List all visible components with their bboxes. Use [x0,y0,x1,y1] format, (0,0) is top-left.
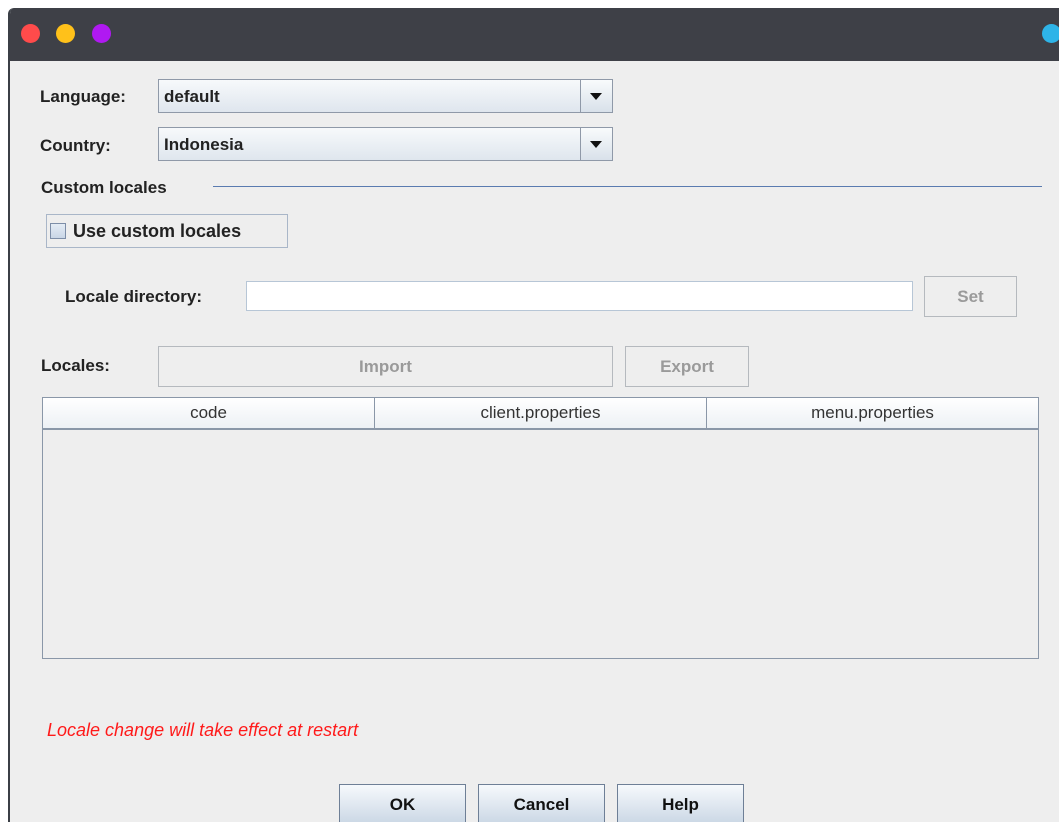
cancel-button[interactable]: Cancel [478,784,605,822]
help-button[interactable]: Help [617,784,744,822]
locale-settings-dialog: Language: default Country: Indonesia Cus… [8,8,1059,822]
language-select-value: default [164,87,220,106]
maximize-window-dot[interactable] [92,24,111,43]
chevron-down-icon[interactable] [580,80,612,112]
locale-directory-label: Locale directory: [65,287,202,306]
use-custom-locales-label: Use custom locales [73,221,242,241]
locales-label: Locales: [41,356,110,375]
import-button[interactable]: Import [158,346,613,387]
set-button[interactable]: Set [924,276,1017,317]
title-bar [10,8,1059,61]
column-header-menu-properties[interactable]: menu.properties [707,398,1038,430]
table-header: code client.properties menu.properties [43,398,1038,432]
country-select[interactable]: Indonesia [158,127,613,161]
country-label: Country: [40,136,111,155]
export-button[interactable]: Export [625,346,749,387]
language-label: Language: [40,87,126,106]
column-header-client-properties[interactable]: client.properties [375,398,707,430]
close-window-dot[interactable] [21,24,40,43]
language-select[interactable]: default [158,79,613,113]
country-select-value: Indonesia [164,135,244,154]
column-header-code[interactable]: code [43,398,375,430]
minimize-window-dot[interactable] [56,24,75,43]
custom-locales-section-title: Custom locales [41,178,167,197]
section-divider [213,186,1042,187]
chevron-down-icon[interactable] [580,128,612,160]
restart-warning-message: Locale change will take effect at restar… [47,720,359,740]
checkbox-box[interactable] [50,223,66,239]
locale-directory-input[interactable] [246,281,913,311]
use-custom-locales-checkbox[interactable]: Use custom locales [46,214,288,248]
locales-table[interactable]: code client.properties menu.properties [42,397,1039,659]
extra-window-dot[interactable] [1042,24,1059,43]
ok-button[interactable]: OK [339,784,466,822]
